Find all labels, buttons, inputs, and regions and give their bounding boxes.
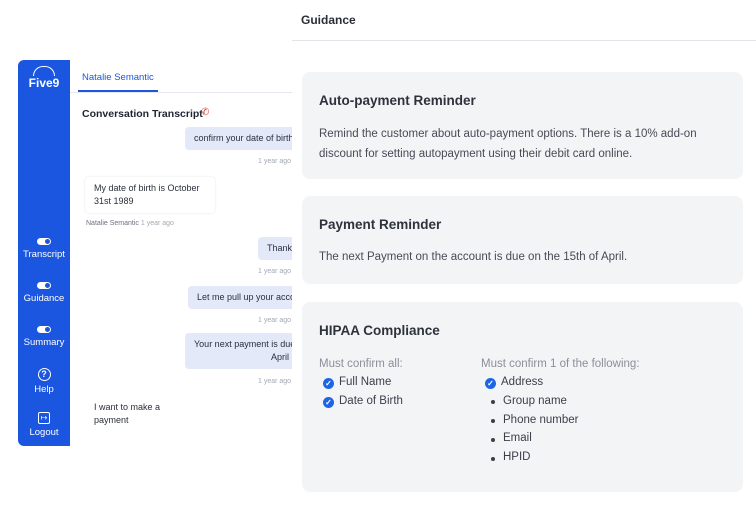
message-sender: Natalie Semantic 1 year ago: [86, 220, 174, 227]
card-payment-reminder: Payment Reminder The next Payment on the…: [302, 196, 743, 284]
message-line: Your next payment is due: [194, 339, 296, 349]
tab-active-indicator: [78, 90, 158, 92]
message-timestamp: 1 year ago: [258, 158, 292, 165]
check-icon: ✓: [323, 397, 334, 408]
must-confirm-all-label: Must confirm all:: [319, 358, 403, 370]
rail-label: Help: [34, 384, 54, 395]
toggle-icon: [37, 282, 51, 289]
card-text: Remind the customer about auto-payment o…: [319, 128, 697, 160]
checklist-item: Address: [501, 376, 544, 388]
card-title: Auto-payment Reminder: [319, 93, 476, 108]
card-auto-payment: Auto-payment Reminder Remind the custome…: [302, 72, 743, 179]
bullet-icon: [491, 400, 495, 404]
toggle-icon: [37, 326, 51, 333]
rail-label: Guidance: [23, 293, 65, 304]
rail-item-summary[interactable]: Summary: [18, 326, 70, 348]
phone-icon: ✆: [201, 107, 210, 118]
help-icon: ?: [37, 368, 51, 381]
rail-item-help[interactable]: ? Help: [18, 368, 70, 395]
checklist-item: HPID: [503, 451, 531, 463]
rail-item-transcript[interactable]: Transcript: [18, 238, 70, 260]
rail-label: Logout: [29, 427, 59, 438]
logout-icon: ↦: [38, 412, 50, 424]
checklist-item: Full Name: [339, 376, 392, 388]
five9-logo: Five9: [28, 76, 60, 90]
card-title: Payment Reminder: [319, 217, 442, 232]
check-icon: ✓: [323, 378, 334, 389]
message-bubble: My date of birth is October 31st 1989: [85, 177, 215, 213]
tab-divider: [70, 92, 298, 93]
message-timestamp: 1 year ago: [258, 317, 292, 324]
message-line: April: [270, 352, 289, 362]
check-icon: ✓: [485, 378, 496, 389]
agent-app: Five9 Transcript Guidance Summary ? Help…: [18, 60, 298, 446]
tab-agent[interactable]: Natalie Semantic: [82, 72, 154, 83]
checklist-item: Group name: [503, 395, 567, 407]
panel-title: Guidance: [301, 13, 356, 27]
guidance-panel: Guidance Auto-payment Reminder Remind th…: [292, 0, 756, 511]
checklist-item: Phone number: [503, 414, 579, 426]
message-timestamp: 1 year ago: [258, 378, 292, 385]
bullet-icon: [491, 438, 495, 442]
toggle-icon: [37, 238, 51, 245]
message-bubble: I want to make a payment: [85, 396, 205, 432]
bullet-icon: [491, 457, 495, 461]
panel-header: Guidance: [292, 0, 756, 41]
message-timestamp: 1 year ago: [258, 268, 292, 275]
message-bubble: confirm your date of birth: [185, 127, 298, 150]
message-bubble: Let me pull up your account: [188, 286, 298, 309]
card-title: HIPAA Compliance: [319, 323, 440, 338]
card-text: The next Payment on the account is due o…: [319, 251, 628, 263]
rail-item-guidance[interactable]: Guidance: [18, 282, 70, 304]
checklist-item: Date of Birth: [339, 395, 403, 407]
rail-label: Summary: [23, 337, 65, 348]
bullet-icon: [491, 419, 495, 423]
must-confirm-one-label: Must confirm 1 of the following:: [481, 358, 640, 370]
card-hipaa-compliance: HIPAA Compliance Must confirm all: ✓ Ful…: [302, 302, 743, 492]
side-rail: Five9 Transcript Guidance Summary ? Help…: [18, 60, 70, 446]
sender-name: Natalie Semantic: [86, 220, 139, 227]
checklist-item: Email: [503, 432, 532, 444]
rail-item-logout[interactable]: ↦ Logout: [18, 412, 70, 438]
message-bubble: Your next payment is due April: [185, 333, 298, 369]
conversation-title: Conversation Transcript: [82, 108, 203, 120]
message-timestamp: 1 year ago: [140, 220, 174, 227]
rail-label: Transcript: [23, 249, 65, 260]
